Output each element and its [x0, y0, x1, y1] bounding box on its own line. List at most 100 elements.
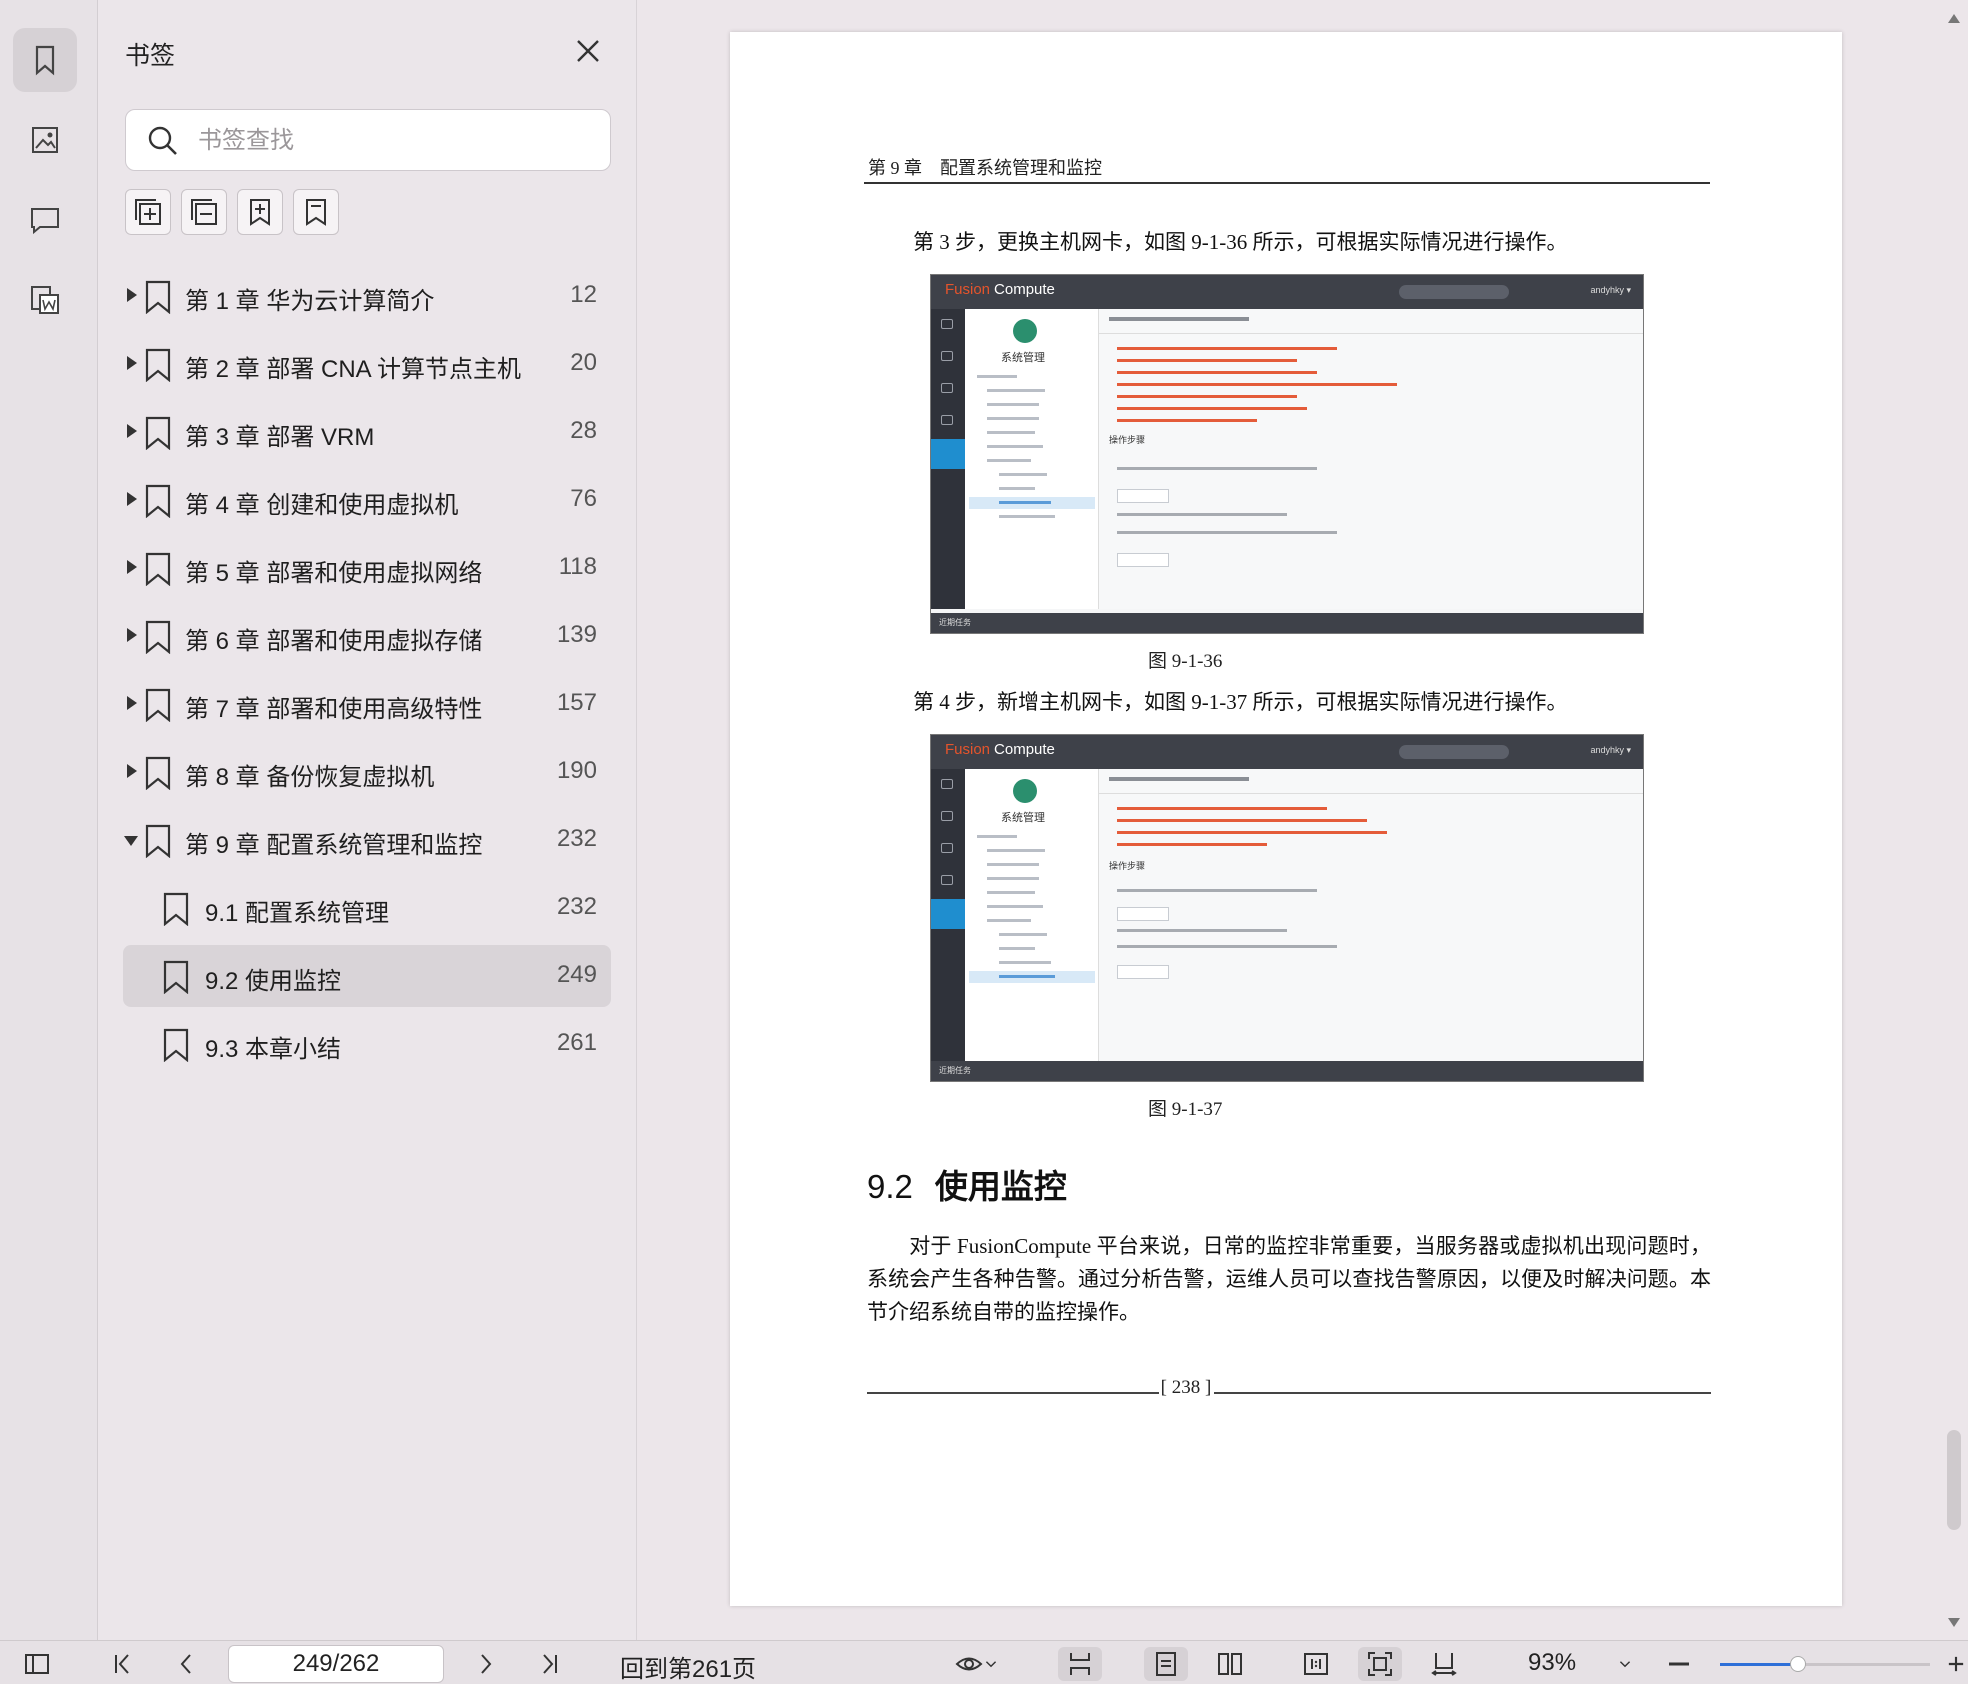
expand-caret-icon[interactable] [127, 764, 137, 778]
document-viewport[interactable]: 第 9 章 配置系统管理和监控 第 3 步，更换主机网卡，如图 9-1-36 所… [638, 0, 1948, 1640]
last-page-icon [543, 1654, 557, 1674]
search-input[interactable] [198, 122, 598, 160]
expand-caret-icon[interactable] [127, 288, 137, 302]
bookmark-icon [145, 688, 171, 722]
bookmark-item[interactable]: 第 9 章 配置系统管理和监控 232 [123, 809, 611, 871]
expand-caret-icon[interactable] [127, 356, 137, 370]
bookmark-item[interactable]: 第 7 章 部署和使用高级特性 157 [123, 673, 611, 735]
bottom-toolbar: 回到第261页 93% [0, 1640, 1968, 1684]
bookmark-item[interactable]: 第 4 章 创建和使用虚拟机 76 [123, 469, 611, 531]
bookmark-page: 249 [556, 961, 597, 988]
bookmark-subitem[interactable]: 9.1 配置系统管理 232 [123, 877, 611, 939]
expand-all-button[interactable] [125, 189, 171, 235]
app-left-rail [931, 769, 965, 1063]
paragraph-step4: 第 4 步，新增主机网卡，如图 9-1-37 所示，可根据实际情况进行操作。 [913, 690, 1568, 714]
bookmark-page: 190 [556, 757, 597, 784]
body-paragraph: 对于 FusionCompute 平台来说，日常的监控非常重要，当服务器或虚拟机… [867, 1234, 1711, 1324]
bookmark-label: 第 2 章 部署 CNA 计算节点主机 [185, 356, 522, 383]
collapse-all-button[interactable] [181, 189, 227, 235]
footer-rule-left [867, 1392, 1159, 1394]
bookmark-icon [145, 416, 171, 450]
bookmark-item[interactable]: 第 6 章 部署和使用虚拟存储 139 [123, 605, 611, 667]
bookmark-tool-button[interactable] [293, 189, 339, 235]
page-number-input[interactable] [229, 1646, 443, 1682]
bookmark-icon [163, 1028, 189, 1062]
back-to-page-link[interactable]: 回到第261页 [620, 1649, 756, 1684]
app-nav-title: 系统管理 [1001, 352, 1045, 364]
actual-size-button[interactable] [1294, 1647, 1338, 1681]
bookmark-label: 第 6 章 部署和使用虚拟存储 [185, 628, 483, 655]
add-bookmark-icon [250, 199, 270, 226]
next-page-button[interactable] [468, 1647, 504, 1681]
paragraph-step3: 第 3 步，更换主机网卡，如图 9-1-36 所示，可根据实际情况进行操作。 [913, 230, 1568, 254]
figure-caption-1: 图 9-1-36 [1148, 651, 1223, 672]
fit-page-button[interactable] [1358, 1647, 1402, 1681]
zoom-slider-handle[interactable] [1790, 1656, 1806, 1672]
zoom-slider[interactable] [1720, 1656, 1930, 1672]
first-page-button[interactable] [104, 1647, 140, 1681]
single-page-button[interactable] [1144, 1647, 1188, 1681]
figure-screenshot-2: Fusion Compute andyhky ▾ 系统管理 操作步骤 近期任务 [930, 734, 1644, 1082]
image-icon [32, 127, 58, 153]
bookmark-icon [145, 484, 171, 518]
section-number: 9.2 [867, 1168, 913, 1205]
single-page-icon [1156, 1652, 1176, 1676]
bookmark-search [125, 109, 611, 171]
collapse-caret-icon[interactable] [124, 836, 138, 846]
continuous-scroll-button[interactable] [1058, 1647, 1102, 1681]
bookmark-subitem-selected[interactable]: 9.2 使用监控 249 [123, 945, 611, 1007]
image-panel-button[interactable] [13, 108, 77, 172]
bookmark-label: 第 7 章 部署和使用高级特性 [185, 696, 483, 723]
fit-width-button[interactable] [1422, 1647, 1466, 1681]
app-search-box [1399, 285, 1509, 299]
scroll-down-arrow-icon[interactable] [1948, 1618, 1960, 1627]
scroll-up-arrow-icon[interactable] [1948, 14, 1960, 23]
figure-caption-2: 图 9-1-37 [1148, 1099, 1223, 1120]
expand-caret-icon[interactable] [127, 424, 137, 438]
page-number-field[interactable] [228, 1645, 444, 1683]
bookmark-page: 232 [556, 893, 597, 920]
expand-caret-icon[interactable] [127, 628, 137, 642]
bookmark-item[interactable]: 第 5 章 部署和使用虚拟网络 118 [123, 537, 611, 599]
zoom-out-button[interactable] [1664, 1647, 1694, 1681]
bookmark-icon [35, 45, 55, 76]
bookmark-icon [145, 348, 171, 382]
add-bookmark-button[interactable] [237, 189, 283, 235]
chevron-down-icon [985, 1661, 997, 1668]
app-bottom-bar: 近期任务 [931, 1061, 1643, 1081]
comment-panel-button[interactable] [13, 188, 77, 252]
view-mode-dropdown[interactable] [948, 1647, 1006, 1681]
chevron-down-icon [1619, 1661, 1631, 1668]
chevron-right-icon [481, 1654, 492, 1674]
zoom-level[interactable]: 93% [1528, 1649, 1576, 1677]
plus-icon [1948, 1656, 1964, 1672]
expand-caret-icon[interactable] [127, 560, 137, 574]
first-page-icon [115, 1654, 129, 1674]
expand-caret-icon[interactable] [127, 696, 137, 710]
app-left-rail [931, 309, 965, 609]
bookmark-subitem[interactable]: 9.3 本章小结 261 [123, 1013, 611, 1075]
expand-caret-icon[interactable] [127, 492, 137, 506]
two-page-icon [1218, 1653, 1242, 1675]
vertical-scrollbar[interactable] [1940, 0, 1968, 1640]
close-icon[interactable] [573, 36, 603, 66]
bookmark-item[interactable]: 第 8 章 备份恢复虚拟机 190 [123, 741, 611, 803]
bookmark-item[interactable]: 第 3 章 部署 VRM 28 [123, 401, 611, 463]
zoom-in-button[interactable] [1946, 1647, 1966, 1681]
last-page-button[interactable] [532, 1647, 568, 1681]
word-export-button[interactable] [13, 268, 77, 332]
zoom-dropdown-button[interactable] [1612, 1647, 1638, 1681]
bookmark-panel-button[interactable] [13, 28, 77, 92]
app-nav-tree: 系统管理 [965, 309, 1099, 609]
bookmark-item[interactable]: 第 2 章 部署 CNA 计算节点主机 20 [123, 333, 611, 395]
scroll-thumb[interactable] [1947, 1430, 1961, 1530]
toggle-sidebar-button[interactable] [18, 1647, 56, 1681]
previous-page-button[interactable] [168, 1647, 204, 1681]
gear-icon [1013, 779, 1037, 803]
app-logo: Fusion Compute [945, 741, 1055, 758]
bookmark-item[interactable]: 第 1 章 华为云计算简介 12 [123, 265, 611, 327]
two-page-button[interactable] [1208, 1647, 1252, 1681]
bookmark-label: 第 1 章 华为云计算简介 [185, 288, 435, 315]
word-export-icon [31, 286, 59, 314]
gear-icon [1013, 319, 1037, 343]
